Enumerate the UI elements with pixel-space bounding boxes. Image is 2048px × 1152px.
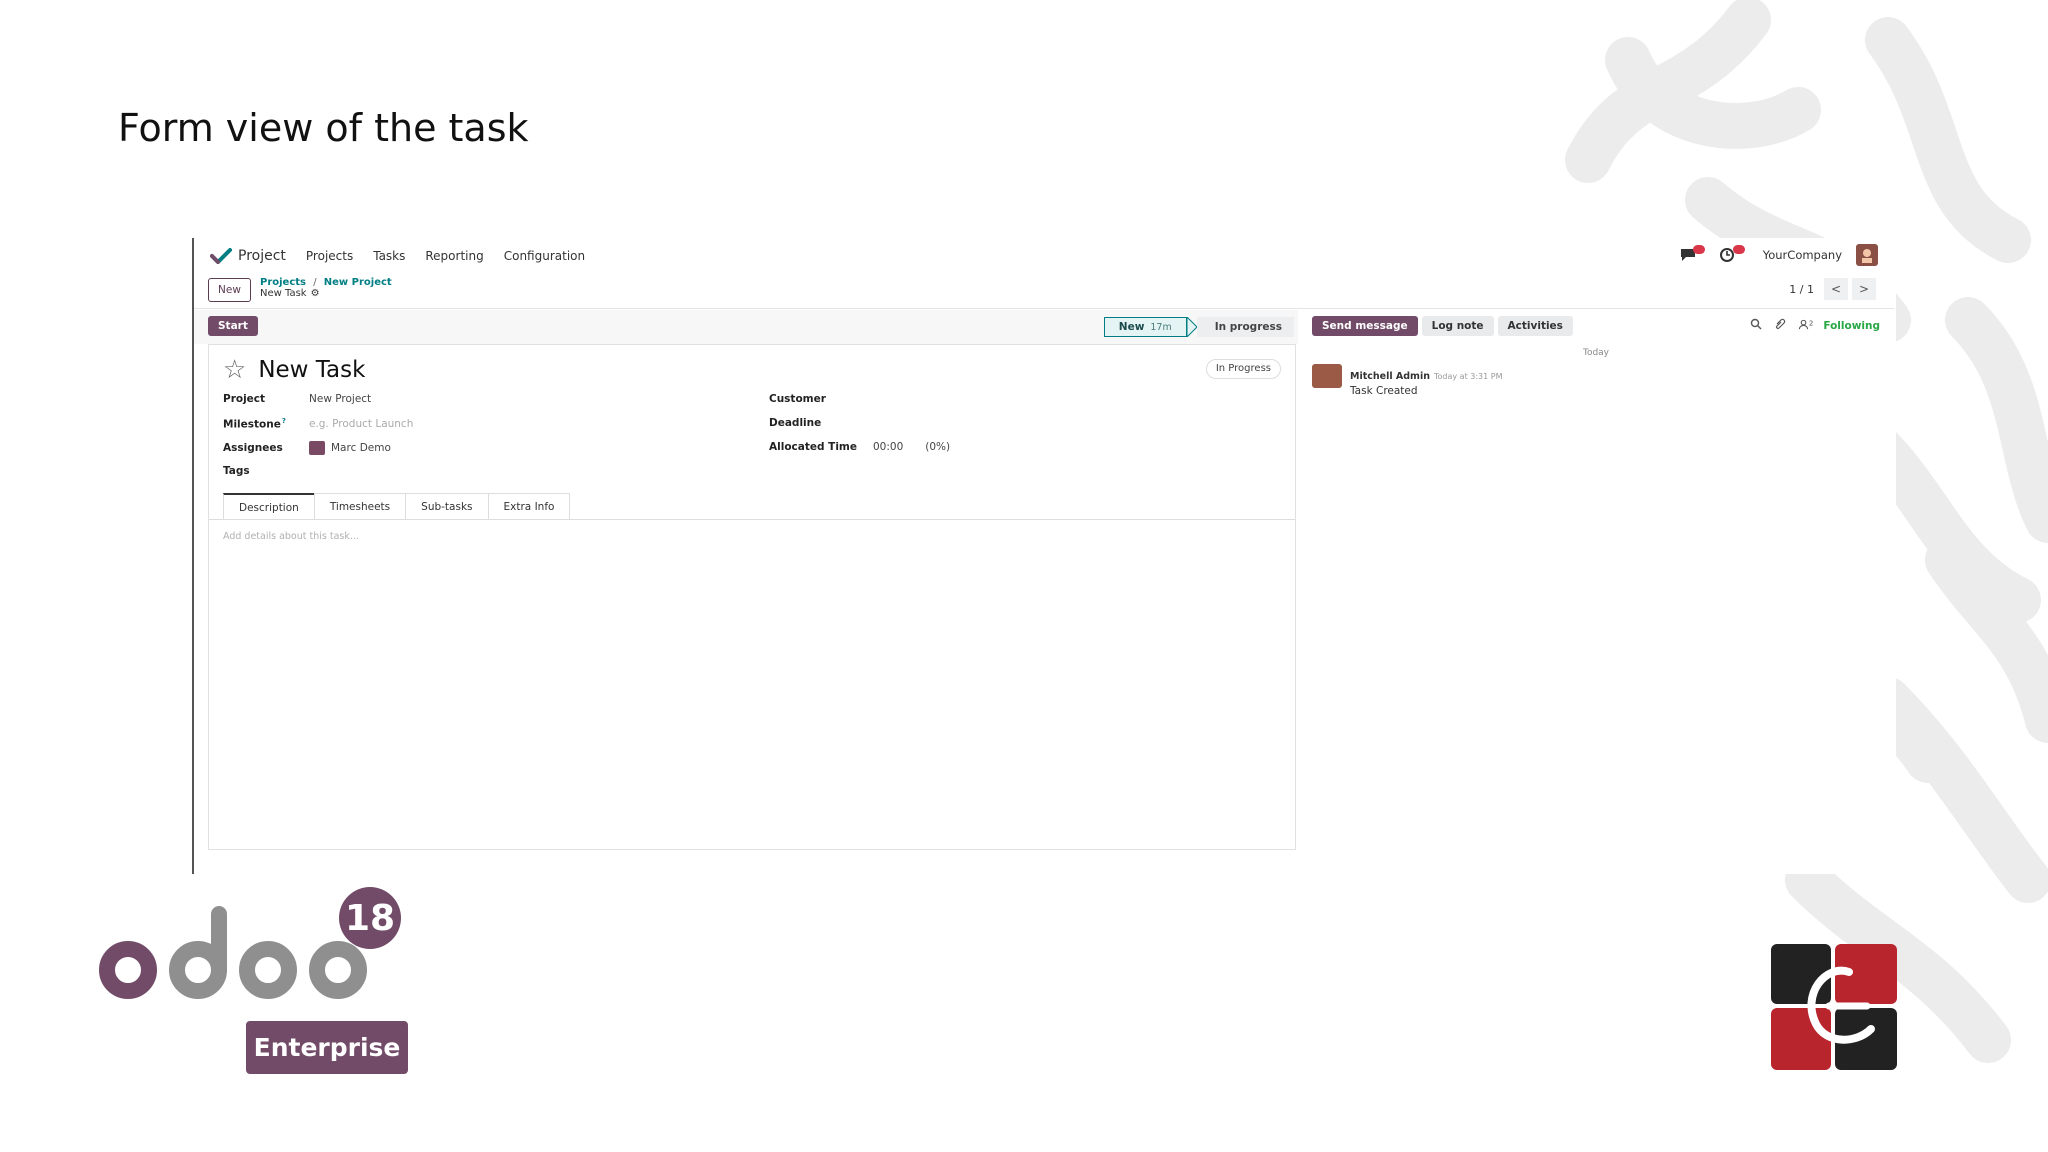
stage-arrow-icon xyxy=(1186,317,1197,337)
chat-icon[interactable] xyxy=(1679,245,1705,265)
field-label: Milestone? xyxy=(223,417,309,431)
assignee-avatar xyxy=(309,441,325,455)
activity-clock-icon[interactable] xyxy=(1719,245,1745,265)
stage-new[interactable]: New 17m xyxy=(1103,317,1187,337)
slide-title: Form view of the task xyxy=(118,106,529,150)
message-author[interactable]: Mitchell Admin xyxy=(1350,371,1430,382)
activity-badge xyxy=(1732,245,1745,254)
stage-new-duration: 17m xyxy=(1150,322,1172,333)
follower-count: 2 xyxy=(1808,318,1814,327)
field-milestone: Milestone? e.g. Product Launch xyxy=(223,417,413,431)
app-name[interactable]: Project xyxy=(238,248,286,264)
author-avatar[interactable] xyxy=(1312,364,1342,388)
notebook-tabs: Description Timesheets Sub-tasks Extra I… xyxy=(223,493,571,519)
state-badge[interactable]: In Progress xyxy=(1205,359,1281,379)
field-allocated-time: Allocated Time 00:00 (0%) xyxy=(769,441,950,453)
chevron-left-icon: < xyxy=(1830,282,1842,296)
field-label: Deadline xyxy=(769,417,822,429)
pager-value[interactable]: 1 / 1 xyxy=(1789,283,1814,296)
field-label: Tags xyxy=(223,465,250,477)
breadcrumb-current: New Task xyxy=(260,288,307,299)
assignee-tag[interactable]: Marc Demo xyxy=(331,442,391,454)
top-navbar: Project Projects Tasks Reporting Configu… xyxy=(194,238,1894,274)
log-note-button[interactable]: Log note xyxy=(1421,316,1494,336)
message-body: Task Created xyxy=(1350,385,1418,397)
chevron-right-icon: > xyxy=(1858,282,1870,296)
user-icon xyxy=(1798,319,1809,329)
tab-sub-tasks[interactable]: Sub-tasks xyxy=(405,493,489,519)
field-assignees: Assignees Marc Demo xyxy=(223,441,391,455)
chatter-message: Mitchell Admin Today at 3:31 PM Task Crea… xyxy=(1312,364,1502,397)
task-title[interactable]: New Task xyxy=(258,357,365,383)
project-input[interactable]: New Project xyxy=(309,393,371,405)
start-button[interactable]: Start xyxy=(208,316,258,336)
menu-tasks[interactable]: Tasks xyxy=(373,249,405,263)
menu-projects[interactable]: Projects xyxy=(306,249,353,263)
stage-new-label: New xyxy=(1118,321,1145,333)
chatter-panel: Send message Log note Activities 2 Follo… xyxy=(1298,310,1894,850)
menu-reporting[interactable]: Reporting xyxy=(425,249,483,263)
stage-pipeline: New 17m In progress xyxy=(1103,317,1294,337)
field-deadline: Deadline xyxy=(769,417,1073,429)
new-button[interactable]: New xyxy=(208,278,251,302)
stage-in-progress[interactable]: In progress xyxy=(1196,317,1294,337)
star-icon[interactable]: ☆ xyxy=(223,357,246,383)
milestone-input[interactable]: e.g. Product Launch xyxy=(309,418,413,430)
milestone-label: Milestone xyxy=(223,418,281,431)
date-separator: Today xyxy=(1582,348,1610,358)
field-tags: Tags xyxy=(223,465,509,477)
version-badge: 18 xyxy=(339,887,401,949)
odoo-screenshot: Project Projects Tasks Reporting Configu… xyxy=(192,238,1896,874)
send-message-button[interactable]: Send message xyxy=(1312,316,1418,336)
following-button[interactable]: Following xyxy=(1823,320,1880,332)
tabs-divider xyxy=(209,519,1295,520)
divider xyxy=(194,308,1894,309)
tab-description[interactable]: Description xyxy=(223,493,315,519)
pager-next-button[interactable]: > xyxy=(1852,278,1876,300)
help-icon[interactable]: ? xyxy=(282,417,286,425)
form-sheet: ☆ New Task In Progress Project New Proje… xyxy=(208,344,1296,850)
breadcrumb-projects[interactable]: Projects xyxy=(260,277,306,288)
breadcrumb-new-project[interactable]: New Project xyxy=(324,277,392,288)
breadcrumb-separator: / xyxy=(313,277,317,288)
project-app-icon[interactable] xyxy=(210,248,232,264)
breadcrumb: Projects / New Project New Task ⚙ xyxy=(260,277,392,299)
search-icon[interactable] xyxy=(1750,318,1762,333)
deadline-input[interactable] xyxy=(873,417,1073,429)
allocated-time-percent: (0%) xyxy=(925,441,951,453)
field-label: Project xyxy=(223,393,266,405)
activities-button[interactable]: Activities xyxy=(1497,316,1573,336)
gear-icon[interactable]: ⚙ xyxy=(311,288,320,299)
pager: 1 / 1 < > xyxy=(1789,278,1876,300)
tags-input[interactable] xyxy=(309,465,509,477)
pager-previous-button[interactable]: < xyxy=(1824,278,1848,300)
chat-badge xyxy=(1692,245,1705,254)
message-time: Today at 3:31 PM xyxy=(1433,372,1503,381)
description-editor[interactable]: Add details about this task... xyxy=(223,531,359,542)
field-label: Allocated Time xyxy=(769,441,857,453)
enterprise-badge: Enterprise xyxy=(246,1021,408,1074)
form-statusbar: Start New 17m In progress xyxy=(194,310,1298,344)
customer-input[interactable] xyxy=(873,393,1073,405)
ec-logo xyxy=(1771,944,1897,1070)
company-switcher[interactable]: YourCompany xyxy=(1763,248,1842,262)
paperclip-icon[interactable] xyxy=(1774,318,1786,333)
tab-timesheets[interactable]: Timesheets xyxy=(313,493,407,519)
field-project: Project New Project xyxy=(223,393,371,405)
menu-configuration[interactable]: Configuration xyxy=(504,249,585,263)
tab-extra-info[interactable]: Extra Info xyxy=(487,493,571,519)
field-label: Customer xyxy=(769,393,826,405)
allocated-time-input[interactable]: 00:00 xyxy=(873,441,903,453)
field-label: Assignees xyxy=(223,442,283,454)
field-customer: Customer xyxy=(769,393,1073,405)
user-avatar[interactable] xyxy=(1856,244,1878,266)
followers-button[interactable]: 2 xyxy=(1798,319,1813,333)
